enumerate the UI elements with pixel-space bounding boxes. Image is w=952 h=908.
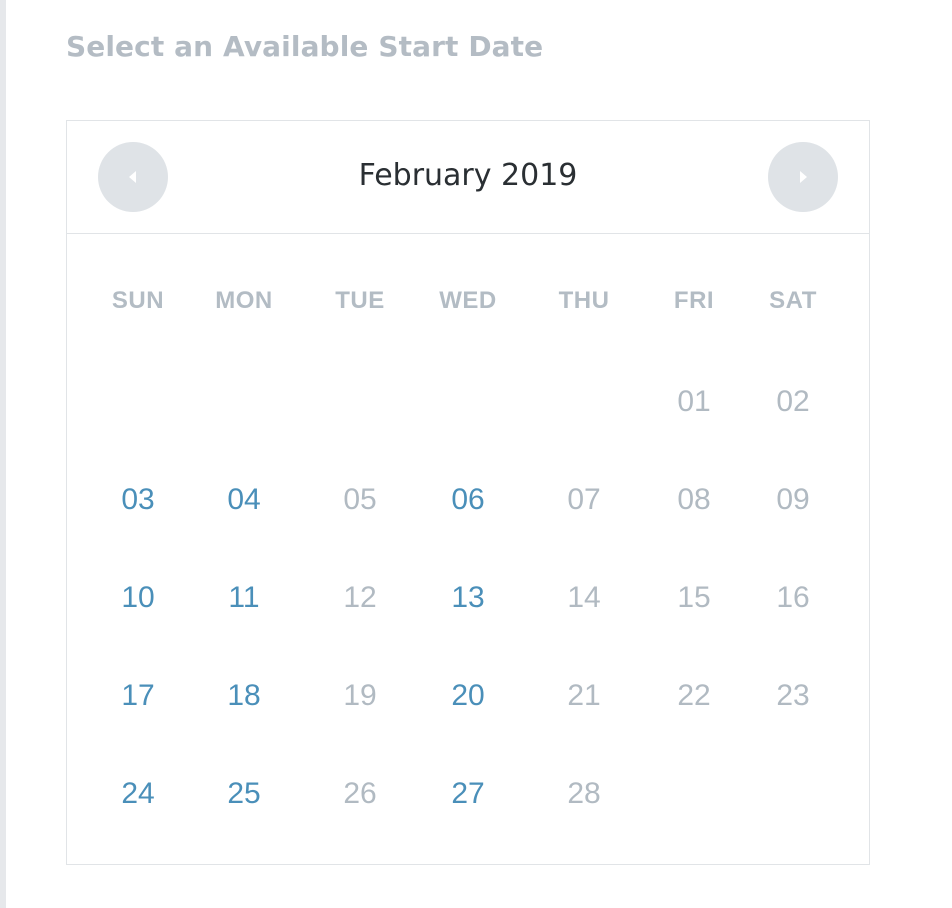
available-day-04[interactable]: 04 — [189, 483, 299, 517]
unavailable-day-02: 02 — [776, 385, 810, 418]
calendar-week-row: 03 04 05 06 07 08 09 — [67, 483, 869, 523]
weekday-wed: WED — [439, 287, 497, 314]
unavailable-day-07: 07 — [567, 483, 601, 516]
weekday-sat: SAT — [769, 287, 817, 314]
calendar-week-row: 01 02 — [67, 385, 869, 425]
calendar-week-row: 17 18 19 20 21 22 23 — [67, 679, 869, 719]
unavailable-day-23: 23 — [776, 679, 810, 712]
weekday-thu: THU — [558, 287, 610, 314]
available-day-11[interactable]: 11 — [189, 581, 299, 615]
available-day-25[interactable]: 25 — [189, 777, 299, 811]
unavailable-day-14: 14 — [567, 581, 601, 614]
weekday-sun: SUN — [111, 287, 165, 314]
unavailable-day-12: 12 — [343, 581, 377, 614]
unavailable-day-15: 15 — [677, 581, 711, 614]
calendar-week-row: 24 25 26 27 28 — [67, 777, 869, 817]
unavailable-day-05: 05 — [343, 483, 377, 516]
page-title: Select an Available Start Date — [66, 30, 544, 63]
weekday-header-row: SUN MON TUE WED THU FRI SAT — [67, 287, 869, 323]
unavailable-day-08: 08 — [677, 483, 711, 516]
date-picker-calendar: February 2019 SUN MON TUE WED THU FRI SA… — [66, 120, 870, 865]
weekday-tue: TUE — [335, 287, 385, 314]
weekday-mon: MON — [215, 287, 273, 314]
available-day-10[interactable]: 10 — [83, 581, 193, 615]
next-month-button[interactable] — [768, 142, 838, 212]
unavailable-day-28: 28 — [567, 777, 601, 810]
calendar-header: February 2019 — [67, 121, 869, 234]
available-day-24[interactable]: 24 — [83, 777, 193, 811]
available-day-06[interactable]: 06 — [413, 483, 523, 517]
unavailable-day-09: 09 — [776, 483, 810, 516]
available-day-03[interactable]: 03 — [83, 483, 193, 517]
weekday-fri: FRI — [673, 287, 715, 314]
available-day-13[interactable]: 13 — [413, 581, 523, 615]
unavailable-day-22: 22 — [677, 679, 711, 712]
unavailable-day-26: 26 — [343, 777, 377, 810]
available-day-18[interactable]: 18 — [189, 679, 299, 713]
unavailable-day-19: 19 — [343, 679, 377, 712]
caret-right-icon — [800, 171, 807, 183]
available-day-17[interactable]: 17 — [83, 679, 193, 713]
unavailable-day-16: 16 — [776, 581, 810, 614]
calendar-week-row: 10 11 12 13 14 15 16 — [67, 581, 869, 621]
available-day-20[interactable]: 20 — [413, 679, 523, 713]
unavailable-day-01: 01 — [677, 385, 711, 418]
unavailable-day-21: 21 — [567, 679, 601, 712]
month-label: February 2019 — [358, 158, 578, 193]
left-divider — [0, 0, 6, 908]
available-day-27[interactable]: 27 — [413, 777, 523, 811]
